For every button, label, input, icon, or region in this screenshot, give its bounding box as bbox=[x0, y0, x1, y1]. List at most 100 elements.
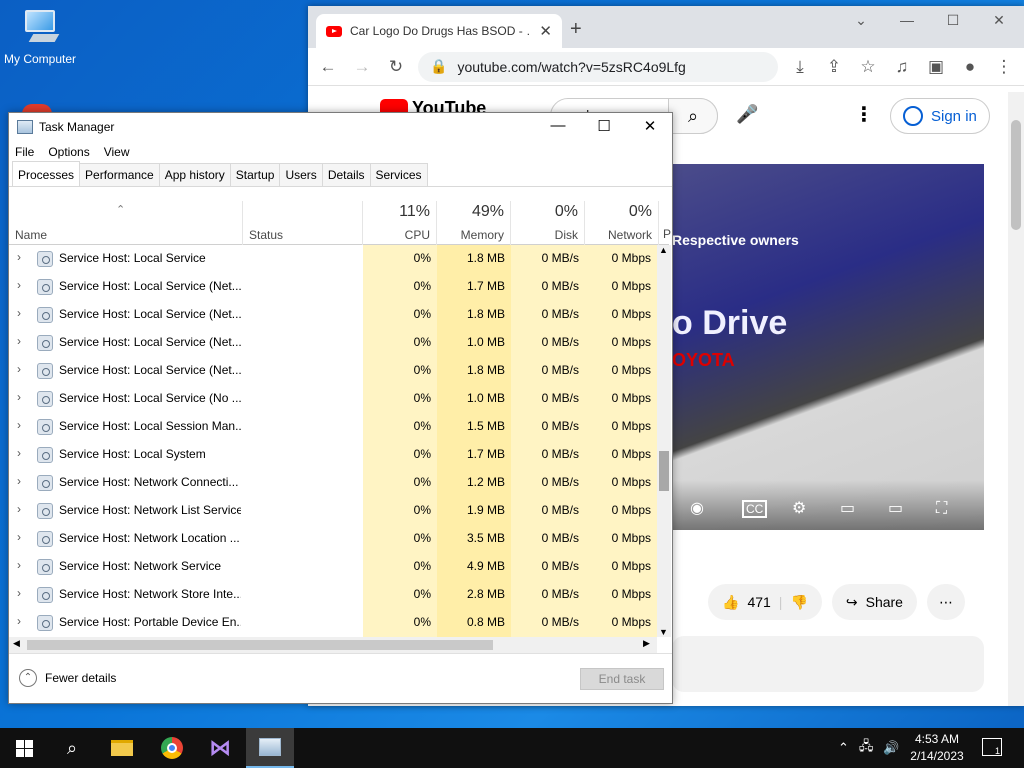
tab-services[interactable]: Services bbox=[369, 163, 428, 186]
tm-close-icon[interactable]: ✕ bbox=[627, 117, 673, 135]
expand-chevron-icon[interactable]: › bbox=[17, 614, 21, 628]
share-button[interactable]: ↪ Share bbox=[831, 584, 917, 620]
task-manager-taskbar-icon[interactable] bbox=[246, 728, 294, 768]
process-row[interactable]: › Service Host: Local Service (Net... 0% 1.… bbox=[9, 357, 657, 385]
close-icon[interactable]: ✕ bbox=[976, 12, 1022, 29]
tab-app-history[interactable]: App history bbox=[158, 163, 231, 186]
chrome-menu-icon[interactable]: ⋮ bbox=[992, 57, 1016, 77]
browser-tab[interactable]: Car Logo Do Drugs Has BSOD - … ✕ bbox=[316, 14, 562, 48]
notification-center-icon[interactable]: 1 bbox=[982, 738, 1002, 756]
visual-studio-icon[interactable]: ⋈ bbox=[196, 728, 244, 768]
volume-icon[interactable]: 🔊 bbox=[883, 740, 899, 756]
more-options-icon[interactable]: ⋮ bbox=[854, 102, 874, 127]
install-icon[interactable]: ⤓ bbox=[788, 57, 812, 77]
fewer-details-button[interactable]: ⌃ Fewer details bbox=[19, 669, 116, 687]
process-row[interactable]: › Service Host: Network Service 0% 4.9 MB 0 … bbox=[9, 553, 657, 581]
tab-details[interactable]: Details bbox=[321, 163, 371, 186]
expand-chevron-icon[interactable]: › bbox=[17, 558, 21, 572]
menu-file[interactable]: File bbox=[15, 145, 34, 159]
process-row[interactable]: › Service Host: Network List Service 0% 1.9… bbox=[9, 497, 657, 525]
process-row[interactable]: › Service Host: Local Service (Net... 0% 1.… bbox=[9, 273, 657, 301]
expand-chevron-icon[interactable]: › bbox=[17, 446, 21, 460]
scroll-left-icon[interactable]: ◀ bbox=[13, 638, 20, 649]
page-scrollbar-thumb[interactable] bbox=[1011, 120, 1021, 230]
tab-startup[interactable]: Startup bbox=[229, 163, 281, 186]
clock[interactable]: 4:53 AM 2/14/2023 bbox=[904, 731, 970, 765]
start-button[interactable] bbox=[0, 728, 48, 768]
column-power[interactable]: P bbox=[663, 227, 671, 241]
process-row[interactable]: › Service Host: Local Service (Net... 0% 1.… bbox=[9, 329, 657, 357]
column-memory[interactable]: 49% Memory bbox=[437, 201, 511, 245]
process-row[interactable]: › Service Host: Network Connecti... 0% 1.2 … bbox=[9, 469, 657, 497]
expand-chevron-icon[interactable]: › bbox=[17, 250, 21, 264]
process-row[interactable]: › Service Host: Local Service (No ... 0% 1.… bbox=[9, 385, 657, 413]
profile-icon[interactable]: ● bbox=[958, 57, 982, 77]
scrollbar-thumb[interactable] bbox=[659, 451, 669, 491]
video-player[interactable]: Respective owners o Drive OYOTA ◉ CC ⚙ ▭… bbox=[672, 164, 984, 530]
miniplayer-icon[interactable]: ▭ bbox=[840, 498, 855, 518]
process-row[interactable]: › Service Host: Network Store Inte... 0% 2.… bbox=[9, 581, 657, 609]
horizontal-scrollbar-thumb[interactable] bbox=[27, 640, 493, 650]
process-row[interactable]: › Service Host: Local Service 0% 1.8 MB 0 MB… bbox=[9, 245, 657, 273]
tm-minimize-icon[interactable]: — bbox=[535, 117, 581, 134]
process-list-scrollbar[interactable]: ▲ ▼ bbox=[657, 245, 671, 637]
process-row[interactable]: › Service Host: Local System 0% 1.7 MB 0 MB/… bbox=[9, 441, 657, 469]
side-panel-icon[interactable]: ▣ bbox=[924, 57, 948, 77]
chrome-taskbar-icon[interactable] bbox=[148, 728, 196, 768]
scroll-down-icon[interactable]: ▼ bbox=[659, 627, 668, 637]
my-computer-desktop-icon[interactable]: My Computer bbox=[0, 8, 80, 66]
expand-chevron-icon[interactable]: › bbox=[17, 306, 21, 320]
like-button[interactable]: 👍 471 | 👎 bbox=[708, 584, 822, 620]
process-row[interactable]: › Service Host: Local Session Man... 0% 1.5… bbox=[9, 413, 657, 441]
autoplay-toggle-icon[interactable]: ◉ bbox=[690, 498, 704, 518]
process-row[interactable]: › Service Host: Portable Device En... 0% 0.… bbox=[9, 609, 657, 637]
tab-search-icon[interactable]: ⌄ bbox=[838, 12, 884, 29]
file-explorer-icon[interactable] bbox=[98, 728, 146, 768]
column-name[interactable]: Name bbox=[9, 201, 243, 245]
tab-users[interactable]: Users bbox=[279, 163, 323, 186]
show-hidden-icons-icon[interactable]: ⌃ bbox=[838, 740, 849, 756]
scroll-up-icon[interactable]: ▲ bbox=[659, 245, 668, 255]
fullscreen-icon[interactable]: ⛶ bbox=[936, 500, 947, 518]
new-tab-icon[interactable]: + bbox=[570, 18, 582, 41]
settings-gear-icon[interactable]: ⚙ bbox=[792, 498, 806, 518]
scroll-right-icon[interactable]: ▶ bbox=[643, 638, 650, 649]
forward-icon[interactable]: → bbox=[350, 57, 374, 77]
tab-performance[interactable]: Performance bbox=[79, 163, 160, 186]
reload-icon[interactable]: ↻ bbox=[384, 57, 408, 77]
expand-chevron-icon[interactable]: › bbox=[17, 278, 21, 292]
tab-processes[interactable]: Processes bbox=[12, 161, 81, 186]
address-bar[interactable]: 🔒 youtube.com/watch?v=5zsRC4o9Lfg bbox=[418, 51, 778, 82]
sign-in-button[interactable]: Sign in bbox=[890, 98, 990, 134]
bookmark-star-icon[interactable]: ☆ bbox=[856, 57, 880, 77]
search-taskbar-icon[interactable]: ⌕ bbox=[48, 728, 96, 768]
process-row[interactable]: › Service Host: Local Service (Net... 0% 1.… bbox=[9, 301, 657, 329]
expand-chevron-icon[interactable]: › bbox=[17, 474, 21, 488]
expand-chevron-icon[interactable]: › bbox=[17, 502, 21, 516]
expand-chevron-icon[interactable]: › bbox=[17, 530, 21, 544]
expand-chevron-icon[interactable]: › bbox=[17, 586, 21, 600]
minimize-icon[interactable]: — bbox=[884, 12, 930, 28]
expand-chevron-icon[interactable]: › bbox=[17, 334, 21, 348]
media-control-icon[interactable]: ♫ bbox=[890, 57, 914, 77]
page-scrollbar[interactable] bbox=[1008, 92, 1024, 706]
menu-view[interactable]: View bbox=[104, 145, 130, 159]
column-status[interactable]: Status bbox=[243, 201, 363, 245]
video-description[interactable] bbox=[672, 636, 984, 692]
theater-mode-icon[interactable]: ▭ bbox=[888, 498, 903, 518]
expand-chevron-icon[interactable]: › bbox=[17, 362, 21, 376]
network-icon[interactable]: 🖧 bbox=[859, 737, 874, 759]
column-disk[interactable]: 0% Disk bbox=[511, 201, 585, 245]
captions-icon[interactable]: CC bbox=[742, 500, 768, 518]
maximize-icon[interactable]: ☐ bbox=[930, 12, 976, 29]
process-row[interactable]: › Service Host: Network Location ... 0% 3.5… bbox=[9, 525, 657, 553]
back-icon[interactable]: ← bbox=[316, 57, 340, 77]
menu-options[interactable]: Options bbox=[48, 145, 89, 159]
search-icon[interactable]: ⌕ bbox=[668, 98, 718, 134]
expand-chevron-icon[interactable]: › bbox=[17, 390, 21, 404]
microphone-icon[interactable]: 🎤 bbox=[736, 104, 758, 125]
tm-maximize-icon[interactable]: ☐ bbox=[581, 117, 627, 135]
thumbs-down-icon[interactable]: 👎 bbox=[790, 594, 807, 611]
end-task-button[interactable]: End task bbox=[580, 668, 664, 690]
tab-close-icon[interactable]: ✕ bbox=[539, 22, 552, 40]
